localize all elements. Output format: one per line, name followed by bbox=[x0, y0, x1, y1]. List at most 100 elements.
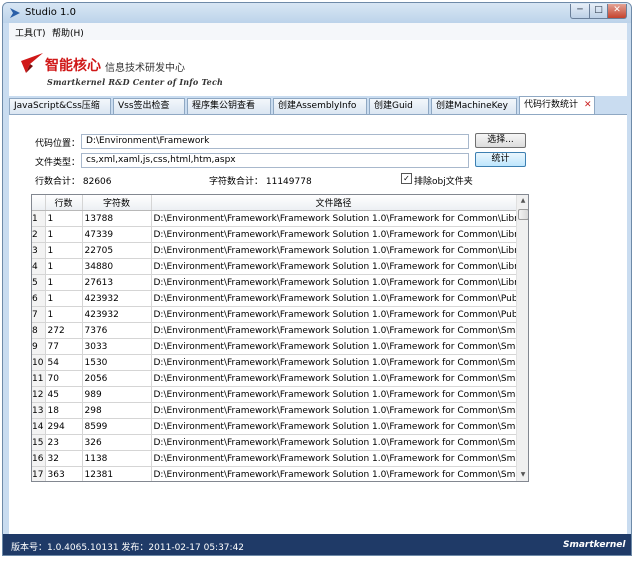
cell-chars[interactable]: 326 bbox=[82, 434, 152, 451]
tab-create-assemblyinfo[interactable]: 创建AssemblyInfo bbox=[273, 98, 367, 114]
row-number[interactable]: 13 bbox=[32, 402, 46, 419]
cell-path[interactable]: D:\Environment\Framework\Framework Solut… bbox=[151, 434, 517, 451]
row-number[interactable]: 8 bbox=[32, 322, 46, 339]
cell-chars[interactable]: 1138 bbox=[82, 450, 152, 467]
cell-lines[interactable]: 272 bbox=[45, 322, 83, 339]
cell-path[interactable]: D:\Environment\Framework\Framework Solut… bbox=[151, 466, 517, 481]
table-row[interactable]: 12 45 989 D:\Environment\Framework\Framewor… bbox=[32, 386, 517, 403]
cell-path[interactable]: D:\Environment\Framework\Framework Solut… bbox=[151, 354, 517, 371]
cell-lines[interactable]: 1 bbox=[45, 210, 83, 227]
cell-chars[interactable]: 34880 bbox=[82, 258, 152, 275]
cell-chars[interactable]: 298 bbox=[82, 402, 152, 419]
cell-path[interactable]: D:\Environment\Framework\Framework Solut… bbox=[151, 210, 517, 227]
table-row[interactable]: 14 294 8599 D:\Environment\Framework\Framew… bbox=[32, 418, 517, 435]
cell-lines[interactable]: 32 bbox=[45, 450, 83, 467]
cell-path[interactable]: D:\Environment\Framework\Framework Solut… bbox=[151, 226, 517, 243]
cell-lines[interactable]: 1 bbox=[45, 290, 83, 307]
row-number[interactable]: 10 bbox=[32, 354, 46, 371]
menu-tools[interactable]: 工具(T) bbox=[15, 26, 46, 39]
table-row[interactable]: 17 363 12381 D:\Environment\Framework\Frame… bbox=[32, 466, 517, 481]
tab-js-css-compress[interactable]: JavaScript&Css压缩 bbox=[9, 98, 111, 114]
browse-button[interactable]: 选择... bbox=[475, 133, 526, 148]
cell-path[interactable]: D:\Environment\Framework\Framework Solut… bbox=[151, 306, 517, 323]
table-row[interactable]: 11 70 2056 D:\Environment\Framework\Framewo… bbox=[32, 370, 517, 387]
cell-lines[interactable]: 363 bbox=[45, 466, 83, 481]
cell-lines[interactable]: 70 bbox=[45, 370, 83, 387]
cell-lines[interactable]: 1 bbox=[45, 226, 83, 243]
cell-chars[interactable]: 2056 bbox=[82, 370, 152, 387]
tab-create-guid[interactable]: 创建Guid bbox=[369, 98, 429, 114]
cell-chars[interactable]: 989 bbox=[82, 386, 152, 403]
tab-vss-checkout[interactable]: Vss签出检查 bbox=[113, 98, 185, 114]
row-number[interactable]: 14 bbox=[32, 418, 46, 435]
cell-chars[interactable]: 22705 bbox=[82, 242, 152, 259]
cell-path[interactable]: D:\Environment\Framework\Framework Solut… bbox=[151, 242, 517, 259]
cell-path[interactable]: D:\Environment\Framework\Framework Solut… bbox=[151, 290, 517, 307]
row-number[interactable]: 4 bbox=[32, 258, 46, 275]
row-number[interactable]: 6 bbox=[32, 290, 46, 307]
table-row[interactable]: 6 1 423932 D:\Environment\Framework\Framewo… bbox=[32, 290, 517, 307]
cell-path[interactable]: D:\Environment\Framework\Framework Solut… bbox=[151, 258, 517, 275]
table-row[interactable]: 1 1 13788 D:\Environment\Framework\Framewor… bbox=[32, 210, 517, 227]
row-number[interactable]: 12 bbox=[32, 386, 46, 403]
row-number[interactable]: 11 bbox=[32, 370, 46, 387]
cell-lines[interactable]: 77 bbox=[45, 338, 83, 355]
table-row[interactable]: 9 77 3033 D:\Environment\Framework\Framewor… bbox=[32, 338, 517, 355]
cell-lines[interactable]: 1 bbox=[45, 242, 83, 259]
cell-chars[interactable]: 13788 bbox=[82, 210, 152, 227]
cell-chars[interactable]: 423932 bbox=[82, 290, 152, 307]
result-grid[interactable]: 行数 字符数 文件路径 1 1 13788 D:\Environment\Framew… bbox=[31, 194, 529, 482]
row-number[interactable]: 3 bbox=[32, 242, 46, 259]
cell-lines[interactable]: 294 bbox=[45, 418, 83, 435]
row-number[interactable]: 16 bbox=[32, 450, 46, 467]
path-input[interactable]: D:\Environment\Framework bbox=[81, 134, 469, 149]
row-number[interactable]: 7 bbox=[32, 306, 46, 323]
column-header-lines[interactable]: 行数 bbox=[45, 195, 83, 211]
row-number[interactable]: 5 bbox=[32, 274, 46, 291]
table-row[interactable]: 2 1 47339 D:\Environment\Framework\Framewor… bbox=[32, 226, 517, 243]
cell-chars[interactable]: 8599 bbox=[82, 418, 152, 435]
cell-lines[interactable]: 1 bbox=[45, 274, 83, 291]
maximize-button[interactable]: □ bbox=[589, 4, 608, 19]
table-row[interactable]: 5 1 27613 D:\Environment\Framework\Framewor… bbox=[32, 274, 517, 291]
row-number[interactable]: 17 bbox=[32, 466, 46, 481]
row-number[interactable]: 15 bbox=[32, 434, 46, 451]
table-row[interactable]: 7 1 423932 D:\Environment\Framework\Framewo… bbox=[32, 306, 517, 323]
cell-path[interactable]: D:\Environment\Framework\Framework Solut… bbox=[151, 402, 517, 419]
scroll-down-icon[interactable]: ▼ bbox=[517, 469, 528, 481]
exclude-obj-checkbox[interactable]: ✓ bbox=[401, 173, 412, 184]
cell-path[interactable]: D:\Environment\Framework\Framework Solut… bbox=[151, 274, 517, 291]
scroll-up-icon[interactable]: ▲ bbox=[517, 195, 528, 207]
scroll-thumb[interactable] bbox=[518, 209, 528, 220]
file-type-input[interactable]: cs,xml,xaml,js,css,html,htm,aspx bbox=[81, 153, 469, 168]
cell-path[interactable]: D:\Environment\Framework\Framework Solut… bbox=[151, 322, 517, 339]
cell-chars[interactable]: 423932 bbox=[82, 306, 152, 323]
tab-close-icon[interactable]: ✕ bbox=[584, 100, 592, 110]
title-bar[interactable]: Studio 1.0 ─ □ ✕ bbox=[3, 3, 631, 23]
cell-path[interactable]: D:\Environment\Framework\Framework Solut… bbox=[151, 370, 517, 387]
cell-lines[interactable]: 18 bbox=[45, 402, 83, 419]
cell-chars[interactable]: 12381 bbox=[82, 466, 152, 481]
cell-lines[interactable]: 1 bbox=[45, 306, 83, 323]
tab-assembly-publickey[interactable]: 程序集公钥查看 bbox=[187, 98, 271, 114]
table-row[interactable]: 16 32 1138 D:\Environment\Framework\Framewo… bbox=[32, 450, 517, 467]
cell-chars[interactable]: 3033 bbox=[82, 338, 152, 355]
cell-lines[interactable]: 45 bbox=[45, 386, 83, 403]
minimize-button[interactable]: ─ bbox=[570, 4, 590, 19]
table-row[interactable]: 15 23 326 D:\Environment\Framework\Framewor… bbox=[32, 434, 517, 451]
cell-path[interactable]: D:\Environment\Framework\Framework Solut… bbox=[151, 418, 517, 435]
cell-path[interactable]: D:\Environment\Framework\Framework Solut… bbox=[151, 450, 517, 467]
cell-chars[interactable]: 27613 bbox=[82, 274, 152, 291]
cell-path[interactable]: D:\Environment\Framework\Framework Solut… bbox=[151, 338, 517, 355]
menu-help[interactable]: 帮助(H) bbox=[52, 26, 84, 39]
tab-create-machinekey[interactable]: 创建MachineKey bbox=[431, 98, 517, 114]
column-header-path[interactable]: 文件路径 bbox=[151, 195, 517, 211]
row-number[interactable]: 2 bbox=[32, 226, 46, 243]
cell-lines[interactable]: 1 bbox=[45, 258, 83, 275]
vertical-scrollbar[interactable]: ▲ ▼ bbox=[516, 195, 528, 481]
exclude-obj-label[interactable]: 排除obj文件夹 bbox=[414, 174, 473, 187]
cell-path[interactable]: D:\Environment\Framework\Framework Solut… bbox=[151, 386, 517, 403]
cell-chars[interactable]: 7376 bbox=[82, 322, 152, 339]
count-button[interactable]: 统计 bbox=[475, 152, 526, 167]
row-number[interactable]: 9 bbox=[32, 338, 46, 355]
